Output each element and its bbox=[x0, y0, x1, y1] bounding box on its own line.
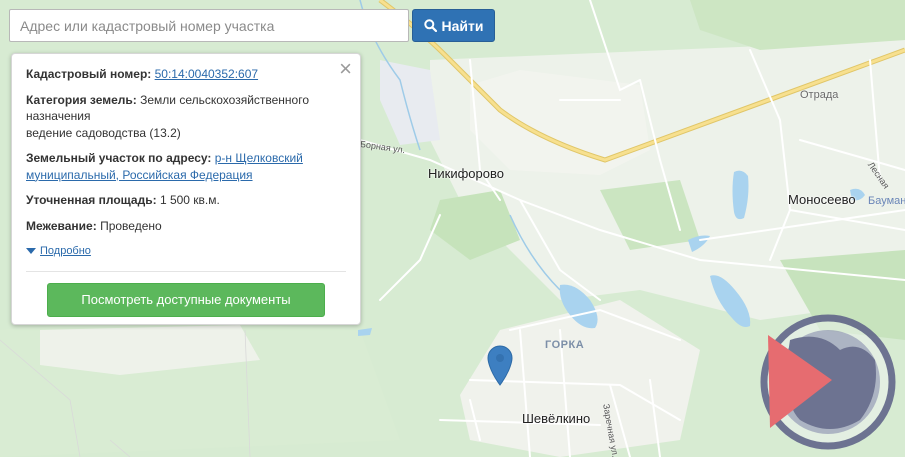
globe-play-logo bbox=[760, 314, 896, 450]
area-value: 1 500 кв.м. bbox=[159, 193, 220, 207]
place-label-nikiforovo: Никифорово bbox=[428, 166, 504, 181]
search-button[interactable]: Найти bbox=[412, 9, 495, 42]
more-details-label: Подробно bbox=[40, 245, 91, 257]
view-documents-button[interactable]: Посмотреть доступные документы bbox=[47, 282, 325, 317]
address-label: Земельный участок по адресу: bbox=[26, 151, 212, 165]
area-label: Уточненная площадь: bbox=[26, 193, 157, 207]
more-details-link[interactable]: Подробно bbox=[26, 243, 346, 260]
place-label-shevelkino: Шевёлкино bbox=[522, 411, 591, 426]
place-label-baumansk: Бауман bbox=[868, 195, 905, 207]
close-icon[interactable]: × bbox=[339, 58, 352, 80]
parcel-info-panel: × Кадастровый номер: 50:14:0040352:607 К… bbox=[11, 53, 361, 325]
divider bbox=[26, 270, 346, 272]
cadastral-label: Кадастровый номер: bbox=[26, 67, 152, 81]
cadastral-number-link[interactable]: 50:14:0040352:607 bbox=[155, 67, 258, 81]
search-button-label: Найти bbox=[441, 17, 484, 34]
survey-label: Межевание: bbox=[26, 218, 97, 233]
address-row: Земельный участок по адресу: р-н Щелковс… bbox=[26, 150, 346, 183]
search-input[interactable] bbox=[9, 9, 409, 42]
place-label-gorka: ГОРКА bbox=[545, 339, 585, 351]
area-row: Уточненная площадь: 1 500 кв.м. bbox=[26, 192, 346, 209]
place-label-otrada: Отрада bbox=[800, 89, 839, 101]
survey-value: Проведено bbox=[100, 218, 162, 233]
search-bar: Найти bbox=[9, 9, 495, 42]
category-label: Категория земель: bbox=[26, 92, 137, 107]
cadastral-row: Кадастровый номер: 50:14:0040352:607 bbox=[26, 66, 346, 83]
survey-row: Межевание: Проведено bbox=[26, 218, 346, 235]
place-label-monoseevo: Моносеево bbox=[788, 192, 856, 207]
search-icon bbox=[423, 19, 437, 32]
category-usage: ведение садоводства (13.2) bbox=[26, 125, 181, 140]
caret-down-icon bbox=[26, 248, 36, 255]
category-row: Категория земель: Земли сельскохозяйстве… bbox=[26, 92, 346, 142]
